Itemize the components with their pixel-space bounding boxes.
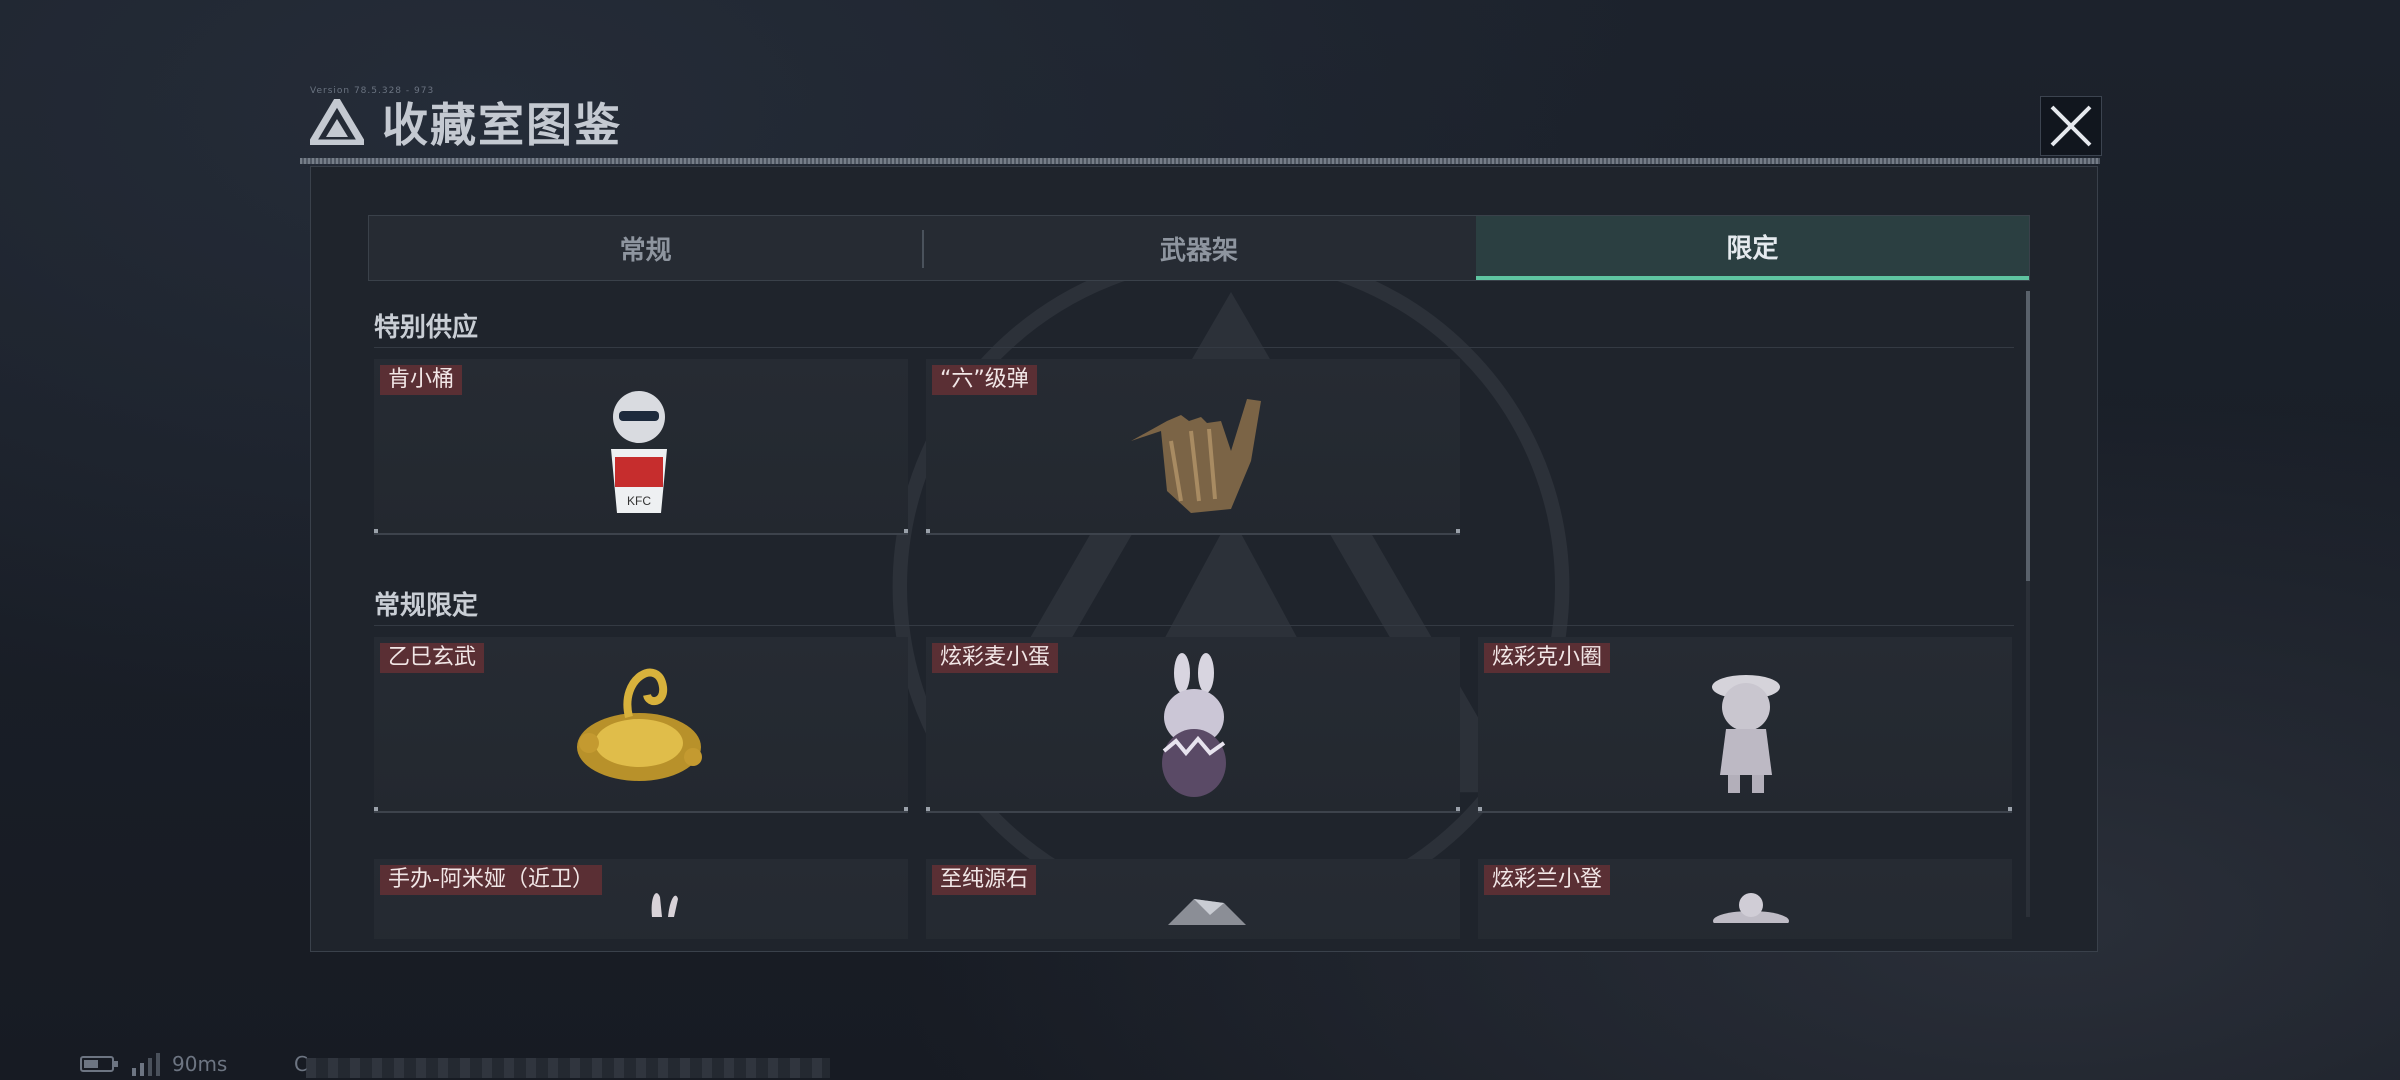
collection-panel: 常规 武器架 限定 特别供应 肯小桶 KFC “六”级弹 常规限定 乙巳玄武 炫…	[310, 166, 2098, 952]
card-label: 肯小桶	[380, 365, 463, 395]
tab-regular[interactable]: 常规	[369, 216, 922, 280]
close-button[interactable]	[2040, 96, 2102, 156]
svg-text:KFC: KFC	[627, 494, 651, 508]
originium-crystal-icon	[1168, 899, 1246, 925]
rabbit-egg-figure-icon	[1162, 653, 1226, 797]
latency-text: 90ms	[172, 1052, 228, 1076]
scrollbar-thumb[interactable]	[2026, 291, 2030, 581]
card-label: 炫彩麦小蛋	[932, 643, 1059, 673]
golden-turtle-snake-icon	[577, 668, 702, 781]
collection-list[interactable]: 特别供应 肯小桶 KFC “六”级弹 常规限定 乙巳玄武 炫彩麦小蛋 炫彩克小圈…	[368, 291, 2030, 939]
card-label: “六”级弹	[932, 365, 1037, 395]
dialog-header: 收藏室图鉴	[310, 92, 622, 152]
collection-card-amiya[interactable]: 手办-阿米娅（近卫）	[374, 859, 908, 939]
section-divider	[374, 625, 2014, 626]
collection-card-lan-figure[interactable]: 炫彩兰小登	[1478, 859, 2012, 939]
collection-card-golden-turtle[interactable]: 乙巳玄武	[374, 637, 908, 813]
card-label: 炫彩兰小登	[1484, 865, 1611, 895]
amiya-figure-icon	[651, 893, 678, 917]
hat-girl-figure-icon	[1712, 675, 1780, 793]
collection-card-six-bullet[interactable]: “六”级弹	[926, 359, 1460, 535]
signal-icon	[132, 1053, 160, 1076]
kfc-bucket-figure-icon: KFC	[611, 391, 667, 513]
collection-card-hat-girl[interactable]: 炫彩克小圈	[1478, 637, 2012, 813]
tab-weapon-rack[interactable]: 武器架	[922, 216, 1475, 280]
collection-card-rabbit-egg[interactable]: 炫彩麦小蛋	[926, 637, 1460, 813]
tab-limited[interactable]: 限定	[1475, 216, 2029, 280]
bullet-hand-sculpture-icon	[1131, 399, 1261, 513]
card-label: 手办-阿米娅（近卫）	[380, 865, 602, 895]
redacted-info	[306, 1058, 830, 1078]
battery-icon	[80, 1056, 118, 1072]
header-divider	[300, 158, 2100, 164]
close-icon	[2050, 105, 2092, 147]
card-label: 乙巳玄武	[380, 643, 485, 673]
card-label: 至纯源石	[932, 865, 1037, 895]
collection-card-kfc-bucket[interactable]: 肯小桶 KFC	[374, 359, 908, 535]
page-title: 收藏室图鉴	[382, 98, 622, 152]
figure-icon	[1713, 893, 1789, 923]
section-divider	[374, 347, 2014, 348]
triangle-logo-icon	[310, 99, 364, 145]
section-title-regular-limited: 常规限定	[374, 591, 479, 621]
card-label: 炫彩克小圈	[1484, 643, 1611, 673]
collection-card-originium[interactable]: 至纯源石	[926, 859, 1460, 939]
status-bar: 90ms	[80, 1052, 227, 1076]
section-title-special-supply: 特别供应	[374, 313, 479, 343]
category-tabs: 常规 武器架 限定	[368, 215, 2030, 281]
